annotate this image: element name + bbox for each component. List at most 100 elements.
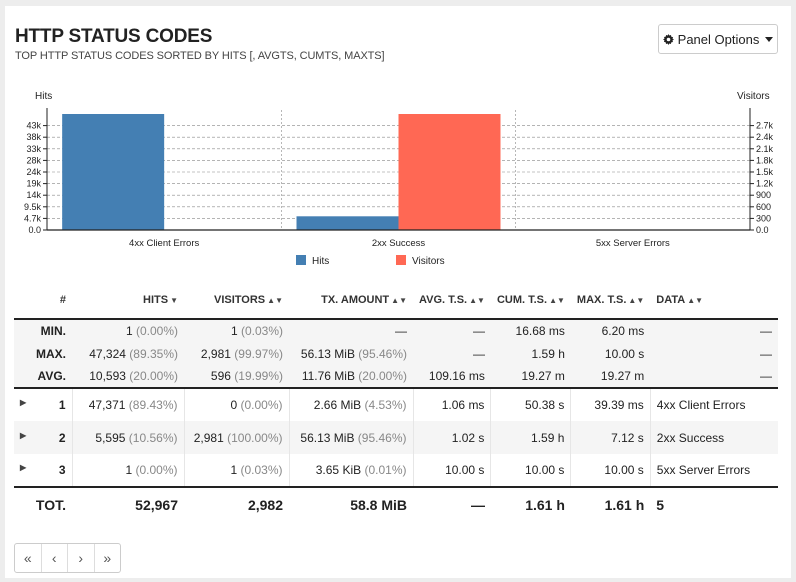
meta-data: — — [650, 342, 778, 365]
panel-subtitle: TOP HTTP STATUS CODES SORTED BY HITS [, … — [15, 50, 385, 62]
meta-avgts: 109.16 ms — [413, 365, 491, 389]
pagination: « ‹ › » — [14, 543, 121, 573]
y-right-tick-label: 2.4k — [756, 132, 774, 142]
status-codes-chart: Hits Visitors 0.0 4.7k9.5k 14k19k 24k 28k33k… — [24, 91, 774, 267]
y-left-tick-label: 24k — [26, 167, 41, 177]
panel-options-label: Panel Options — [677, 31, 760, 47]
bar-visitors — [398, 114, 501, 230]
table-row[interactable]: ▶ 2 5,595 (10.56%) 2,981 (100.00%) 56.13 … — [14, 421, 778, 454]
sort-desc-icon: ▼ — [170, 296, 178, 305]
expand-row-icon[interactable]: ▶ — [20, 463, 26, 472]
expand-row-icon[interactable]: ▶ — [20, 431, 26, 440]
legend-label: Hits — [312, 256, 329, 267]
y-left-tick-label: 28k — [26, 155, 41, 165]
total-label: TOT. — [14, 486, 72, 521]
sort-icon: ▲▼ — [469, 296, 485, 305]
total-maxts: 1.61 h — [570, 486, 651, 521]
cell-visitors: 1 (0.03%) — [184, 454, 290, 487]
y-right-tick-label: 1.2k — [756, 179, 774, 189]
col-header-hits[interactable]: HITS ▼ — [72, 282, 184, 320]
meta-visitors: 596 (19.99%) — [184, 365, 289, 389]
y-axis-left-ticks: 0.0 4.7k9.5k 14k19k 24k 28k33k 38k43k — [24, 121, 47, 235]
y-left-tick-label: 4.7k — [24, 213, 42, 223]
meta-cumts: 1.59 h — [490, 342, 571, 365]
sort-icon: ▲▼ — [628, 296, 645, 305]
sort-icon: ▲▼ — [687, 296, 704, 305]
y-axis-right-label: Visitors — [737, 91, 770, 102]
meta-data: — — [650, 319, 778, 342]
cell-cumts: 1.59 h — [490, 421, 572, 454]
col-header-data[interactable]: DATA ▲▼ — [650, 282, 778, 320]
col-header-cum-ts[interactable]: CUM. T.S. ▲▼ — [490, 282, 571, 320]
col-header-tx-amount[interactable]: TX. AMOUNT ▲▼ — [289, 282, 413, 320]
totals-row: TOT. 52,967 2,982 58.8 MiB — 1.61 h 1.61… — [14, 486, 778, 521]
meta-label: MAX. — [14, 342, 72, 365]
gear-icon — [662, 33, 674, 45]
first-page-button[interactable]: « — [15, 544, 42, 572]
total-avgts: — — [413, 486, 491, 521]
x-tick-label: 4xx Client Errors — [129, 238, 199, 249]
table-row[interactable]: ▶ 3 1 (0.00%) 1 (0.03%) 3.65 KiB (0.01%) … — [14, 454, 778, 487]
col-header-num[interactable]: # — [14, 282, 72, 320]
bar-hits — [296, 216, 399, 230]
meta-label: MIN. — [14, 319, 72, 342]
cell-visitors: 0 (0.00%) — [184, 388, 290, 421]
col-header-avg-ts[interactable]: AVG. T.S. ▲▼ — [413, 282, 491, 320]
meta-data: — — [650, 365, 778, 389]
expand-row-icon[interactable]: ▶ — [20, 398, 26, 407]
meta-hits: 47,324 (89.35%) — [72, 342, 184, 365]
meta-maxts: 19.27 m — [570, 365, 651, 389]
meta-tx: 11.76 MiB (20.00%) — [289, 365, 413, 389]
cell-avgts: 10.00 s — [413, 454, 492, 487]
meta-avgts: — — [413, 342, 491, 365]
cell-avgts: 1.02 s — [413, 421, 492, 454]
y-axis-left-label: Hits — [35, 91, 52, 102]
sort-icon: ▲▼ — [267, 296, 283, 305]
cell-tx: 2.66 MiB (4.53%) — [289, 388, 414, 421]
status-codes-table: # HITS ▼ VISITORS ▲▼ TX. AMOUNT ▲▼ AVG. T.S… — [14, 282, 778, 521]
bar-hits — [62, 114, 165, 230]
row-num: ▶ 2 — [14, 421, 73, 454]
meta-row-min: MIN. 1 (0.00%) 1 (0.03%) — — 16.68 ms 6.… — [14, 319, 778, 342]
cell-data: 4xx Client Errors — [656, 398, 746, 412]
y-axis-right-ticks: 0.0 300600 9001.2k 1.5k 1.8k2.1k 2.4k2.7k — [750, 121, 774, 235]
table-row[interactable]: ▶ 1 47,371 (89.43%) 0 (0.00%) 2.66 MiB (4… — [14, 388, 778, 421]
x-axis-labels: 4xx Client Errors 2xx Success 5xx Server E… — [129, 238, 670, 249]
meta-hits: 1 (0.00%) — [72, 319, 184, 342]
col-header-max-ts[interactable]: MAX. T.S. ▲▼ — [570, 282, 651, 320]
panel-title: HTTP STATUS CODES — [15, 26, 213, 47]
meta-cumts: 16.68 ms — [490, 319, 571, 342]
y-right-tick-label: 1.8k — [756, 155, 774, 165]
meta-maxts: 6.20 ms — [570, 319, 651, 342]
panel-options-button[interactable]: Panel Options — [658, 24, 778, 54]
total-visitors: 2,982 — [184, 486, 289, 521]
y-left-tick-label: 14k — [26, 190, 41, 200]
y-left-tick-label: 33k — [26, 144, 41, 154]
cell-maxts: 10.00 s — [570, 454, 651, 487]
y-right-tick-label: 0.0 — [756, 225, 769, 235]
col-header-visitors[interactable]: VISITORS ▲▼ — [184, 282, 289, 320]
legend-label: Visitors — [412, 256, 445, 267]
next-page-button[interactable]: › — [68, 544, 95, 572]
cell-visitors: 2,981 (100.00%) — [184, 421, 290, 454]
http-status-codes-panel: HTTP STATUS CODES TOP HTTP STATUS CODES … — [5, 6, 791, 578]
y-left-tick-label: 38k — [26, 132, 41, 142]
total-hits: 52,967 — [72, 486, 184, 521]
caret-down-icon — [765, 36, 774, 42]
y-left-tick-label: 9.5k — [24, 202, 42, 212]
y-right-tick-label: 2.1k — [756, 144, 774, 154]
x-tick-label: 5xx Server Errors — [596, 238, 670, 249]
meta-row-avg: AVG. 10,593 (20.00%) 596 (19.99%) 11.76 … — [14, 365, 778, 389]
last-page-button[interactable]: » — [95, 544, 121, 572]
cell-hits: 5,595 (10.56%) — [72, 421, 185, 454]
x-tick-label: 2xx Success — [372, 238, 426, 249]
y-right-tick-label: 2.7k — [756, 121, 774, 131]
cell-maxts: 7.12 s — [570, 421, 651, 454]
y-left-tick-label: 43k — [26, 121, 41, 131]
prev-page-button[interactable]: ‹ — [42, 544, 68, 572]
y-right-tick-label: 1.5k — [756, 167, 774, 177]
y-right-tick-label: 900 — [756, 190, 771, 200]
cell-tx: 56.13 MiB (95.46%) — [289, 421, 414, 454]
cell-hits: 1 (0.00%) — [72, 454, 185, 487]
total-data: 5 — [650, 486, 778, 521]
